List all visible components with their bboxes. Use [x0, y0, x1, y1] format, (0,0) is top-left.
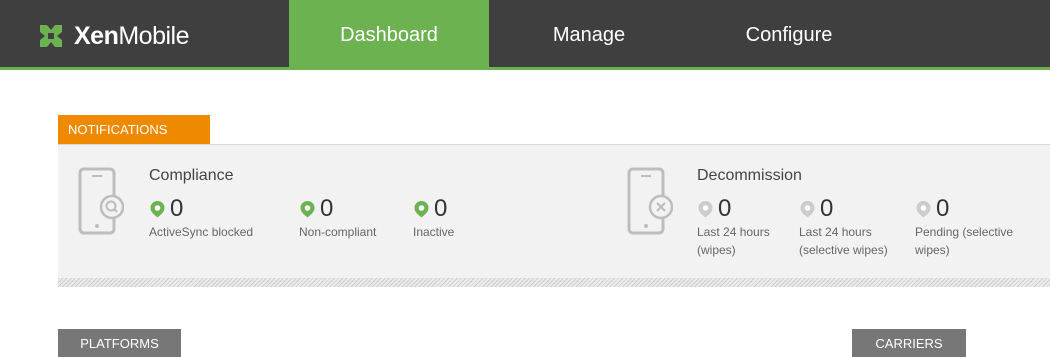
decommission-title: Decommission [697, 167, 802, 184]
metric-value: 0 [434, 195, 448, 222]
status-pin-gray-icon [800, 201, 815, 218]
brand-name: XenMobile [74, 21, 190, 50]
nav-tab-manage[interactable]: Manage [489, 0, 689, 70]
platforms-header[interactable]: PLATFORMS [58, 329, 181, 357]
metric-value: 0 [170, 195, 184, 222]
phone-search-icon [78, 167, 124, 235]
phone-wipe-icon [627, 167, 673, 235]
metric-value: 0 [936, 195, 950, 222]
notifications-collapse-handle[interactable] [58, 278, 1050, 287]
status-pin-green-icon [300, 201, 315, 218]
metric-activesync-blocked[interactable]: 0 ActiveSync blocked [149, 197, 253, 241]
compliance-title: Compliance [149, 167, 234, 184]
status-pin-green-icon [150, 201, 165, 218]
metric-value: 0 [820, 195, 834, 222]
notifications-tab[interactable]: NOTIFICATIONS [58, 115, 210, 144]
metric-value: 0 [320, 195, 334, 222]
metric-value: 0 [718, 195, 732, 222]
xenmobile-logo-icon [40, 25, 62, 47]
metric-inactive[interactable]: 0 Inactive [413, 197, 454, 241]
metric-selective-wipes-24h[interactable]: 0 Last 24 hours (selective wipes) [799, 197, 888, 259]
notifications-panel: Compliance 0 ActiveSync blocked 0 Non-co… [58, 145, 1050, 278]
metric-pending-selective-wipes[interactable]: 0 Pending (selective wipes) [915, 197, 1013, 259]
metric-label: Inactive [413, 225, 455, 239]
nav-tab-configure[interactable]: Configure [689, 0, 889, 70]
metric-label: Pending (selective wipes) [915, 225, 1014, 257]
status-pin-gray-icon [916, 201, 931, 218]
carriers-header[interactable]: CARRIERS [852, 329, 966, 357]
status-pin-green-icon [414, 201, 429, 218]
metric-wipes-24h[interactable]: 0 Last 24 hours (wipes) [697, 197, 770, 259]
brand-logo-link[interactable]: XenMobile [38, 20, 190, 52]
nav-tab-dashboard[interactable]: Dashboard [289, 0, 489, 70]
status-pin-gray-icon [698, 201, 713, 218]
metric-label: ActiveSync blocked [149, 225, 254, 239]
metric-label: Non-compliant [299, 225, 377, 239]
metric-label: Last 24 hours (selective wipes) [799, 225, 888, 257]
metric-label: Last 24 hours (wipes) [697, 225, 770, 257]
metric-non-compliant[interactable]: 0 Non-compliant [299, 197, 376, 241]
top-navigation-bar: XenMobile Dashboard Manage Configure [0, 0, 1050, 70]
